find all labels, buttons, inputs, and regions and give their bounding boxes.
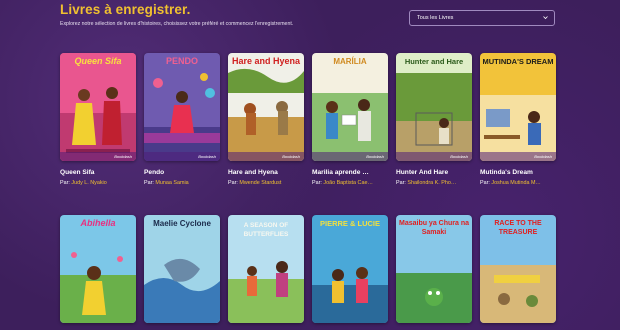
book-cover[interactable]: Masaibu ya Chura na Samaki [396,215,472,323]
book-cover[interactable]: Abihella [60,215,136,323]
book-card[interactable]: Masaibu ya Chura na Samaki [396,215,472,323]
book-cover[interactable]: PENDO Bookdash [144,53,220,161]
cover-illustration [312,215,388,323]
book-cover[interactable]: Hunter and Hare Bookdash [396,53,472,161]
author-name: Judy L. Nyakio [71,180,107,186]
cover-brand-logo: Bookdash [114,154,132,159]
cover-brand-logo: Bookdash [282,154,300,159]
book-card[interactable]: Abihella [60,215,136,323]
book-title[interactable]: Queen Sifa [60,169,136,176]
author-name: Joshua Mutinda M… [491,180,541,186]
cover-title: Hunter and Hare [404,57,464,66]
cover-title: RACE TO THE TREASURE [494,220,542,236]
book-filter-value: Tous les Livres [417,15,454,21]
book-title[interactable]: Marilia aprende … [312,169,388,176]
cover-illustration [396,53,472,161]
cover-title: Hare and Hyena [231,56,301,66]
cover-title: PENDO [165,56,198,66]
book-cover[interactable]: Hare and Hyena Bookdash [228,53,304,161]
book-card[interactable]: PIERRE & LUCIE [312,215,388,323]
cover-illustration [312,53,388,161]
book-card[interactable]: Maelie Cyclone [144,215,220,323]
author-prefix: Par: [480,180,490,186]
chevron-down-icon [543,16,548,20]
cover-title: PIERRE & LUCIE [319,219,380,228]
book-card[interactable]: A SEASON OF BUTTERFLIES [228,215,304,323]
cover-brand-logo: Bookdash [450,154,468,159]
book-card[interactable]: MUTINDA'S DREAM Bookdash Mutinda's Dream… [480,53,556,186]
book-title[interactable]: Mutinda's Dream [480,169,556,176]
cover-title: MUTINDA'S DREAM [482,57,554,66]
book-author: Par: Joshua Mutinda M… [480,180,556,186]
book-author: Par: Mwende Stardust [228,180,304,186]
book-title[interactable]: Pendo [144,169,220,176]
book-author: Par: Judy L. Nyakio [60,180,136,186]
cover-title: A SEASON OF BUTTERFLIES [243,222,289,238]
author-name: Munaa Samia [155,180,189,186]
book-cover[interactable]: Maelie Cyclone [144,215,220,323]
author-prefix: Par: [312,180,322,186]
author-name: Mwende Stardust [239,180,282,186]
book-author: Par: Munaa Samia [144,180,220,186]
book-cover[interactable]: PIERRE & LUCIE [312,215,388,323]
cover-illustration [144,215,220,323]
cover-illustration [228,53,304,161]
author-prefix: Par: [228,180,238,186]
cover-brand-logo: Bookdash [198,154,216,159]
book-card[interactable]: PENDO Bookdash Pendo Par: Munaa Samia [144,53,220,186]
author-prefix: Par: [396,180,406,186]
book-filter-select[interactable]: Tous les Livres [409,10,555,26]
cover-brand-logo: Bookdash [534,154,552,159]
book-card[interactable]: Hare and Hyena Bookdash Hare and Hyena P… [228,53,304,186]
cover-brand-logo: Bookdash [366,154,384,159]
book-card[interactable]: MARÍLIA Bookdash Marilia aprende … Par: … [312,53,388,186]
book-cover[interactable]: MARÍLIA Bookdash [312,53,388,161]
cover-title: MARÍLIA [333,57,367,66]
book-card[interactable]: Queen Sifa Bookdash Queen Sifa Par: Judy… [60,53,136,186]
book-card[interactable]: Hunter and Hare Bookdash Hunter And Hare… [396,53,472,186]
cover-title: Masaibu ya Chura na Samaki [398,220,470,236]
author-name: Shailondra K. Pho… [407,180,457,186]
author-prefix: Par: [60,180,70,186]
author-name: João Baptista Cae… [323,180,373,186]
book-cover[interactable]: MUTINDA'S DREAM Bookdash [480,53,556,161]
book-author: Par: Shailondra K. Pho… [396,180,472,186]
author-prefix: Par: [144,180,154,186]
book-cover[interactable]: A SEASON OF BUTTERFLIES [228,215,304,323]
book-title[interactable]: Hunter And Hare [396,169,472,176]
cover-illustration [60,53,136,161]
cover-title: Queen Sifa [74,56,122,66]
book-cover[interactable]: Queen Sifa Bookdash [60,53,136,161]
cover-illustration [480,53,556,161]
book-card[interactable]: RACE TO THE TREASURE [480,215,556,323]
cover-title: Abihella [80,218,116,228]
cover-illustration [60,215,136,323]
cover-illustration [144,53,220,161]
cover-title: Maelie Cyclone [153,219,211,228]
book-author: Par: João Baptista Cae… [312,180,388,186]
book-cover[interactable]: RACE TO THE TREASURE [480,215,556,323]
book-title[interactable]: Hare and Hyena [228,169,304,176]
